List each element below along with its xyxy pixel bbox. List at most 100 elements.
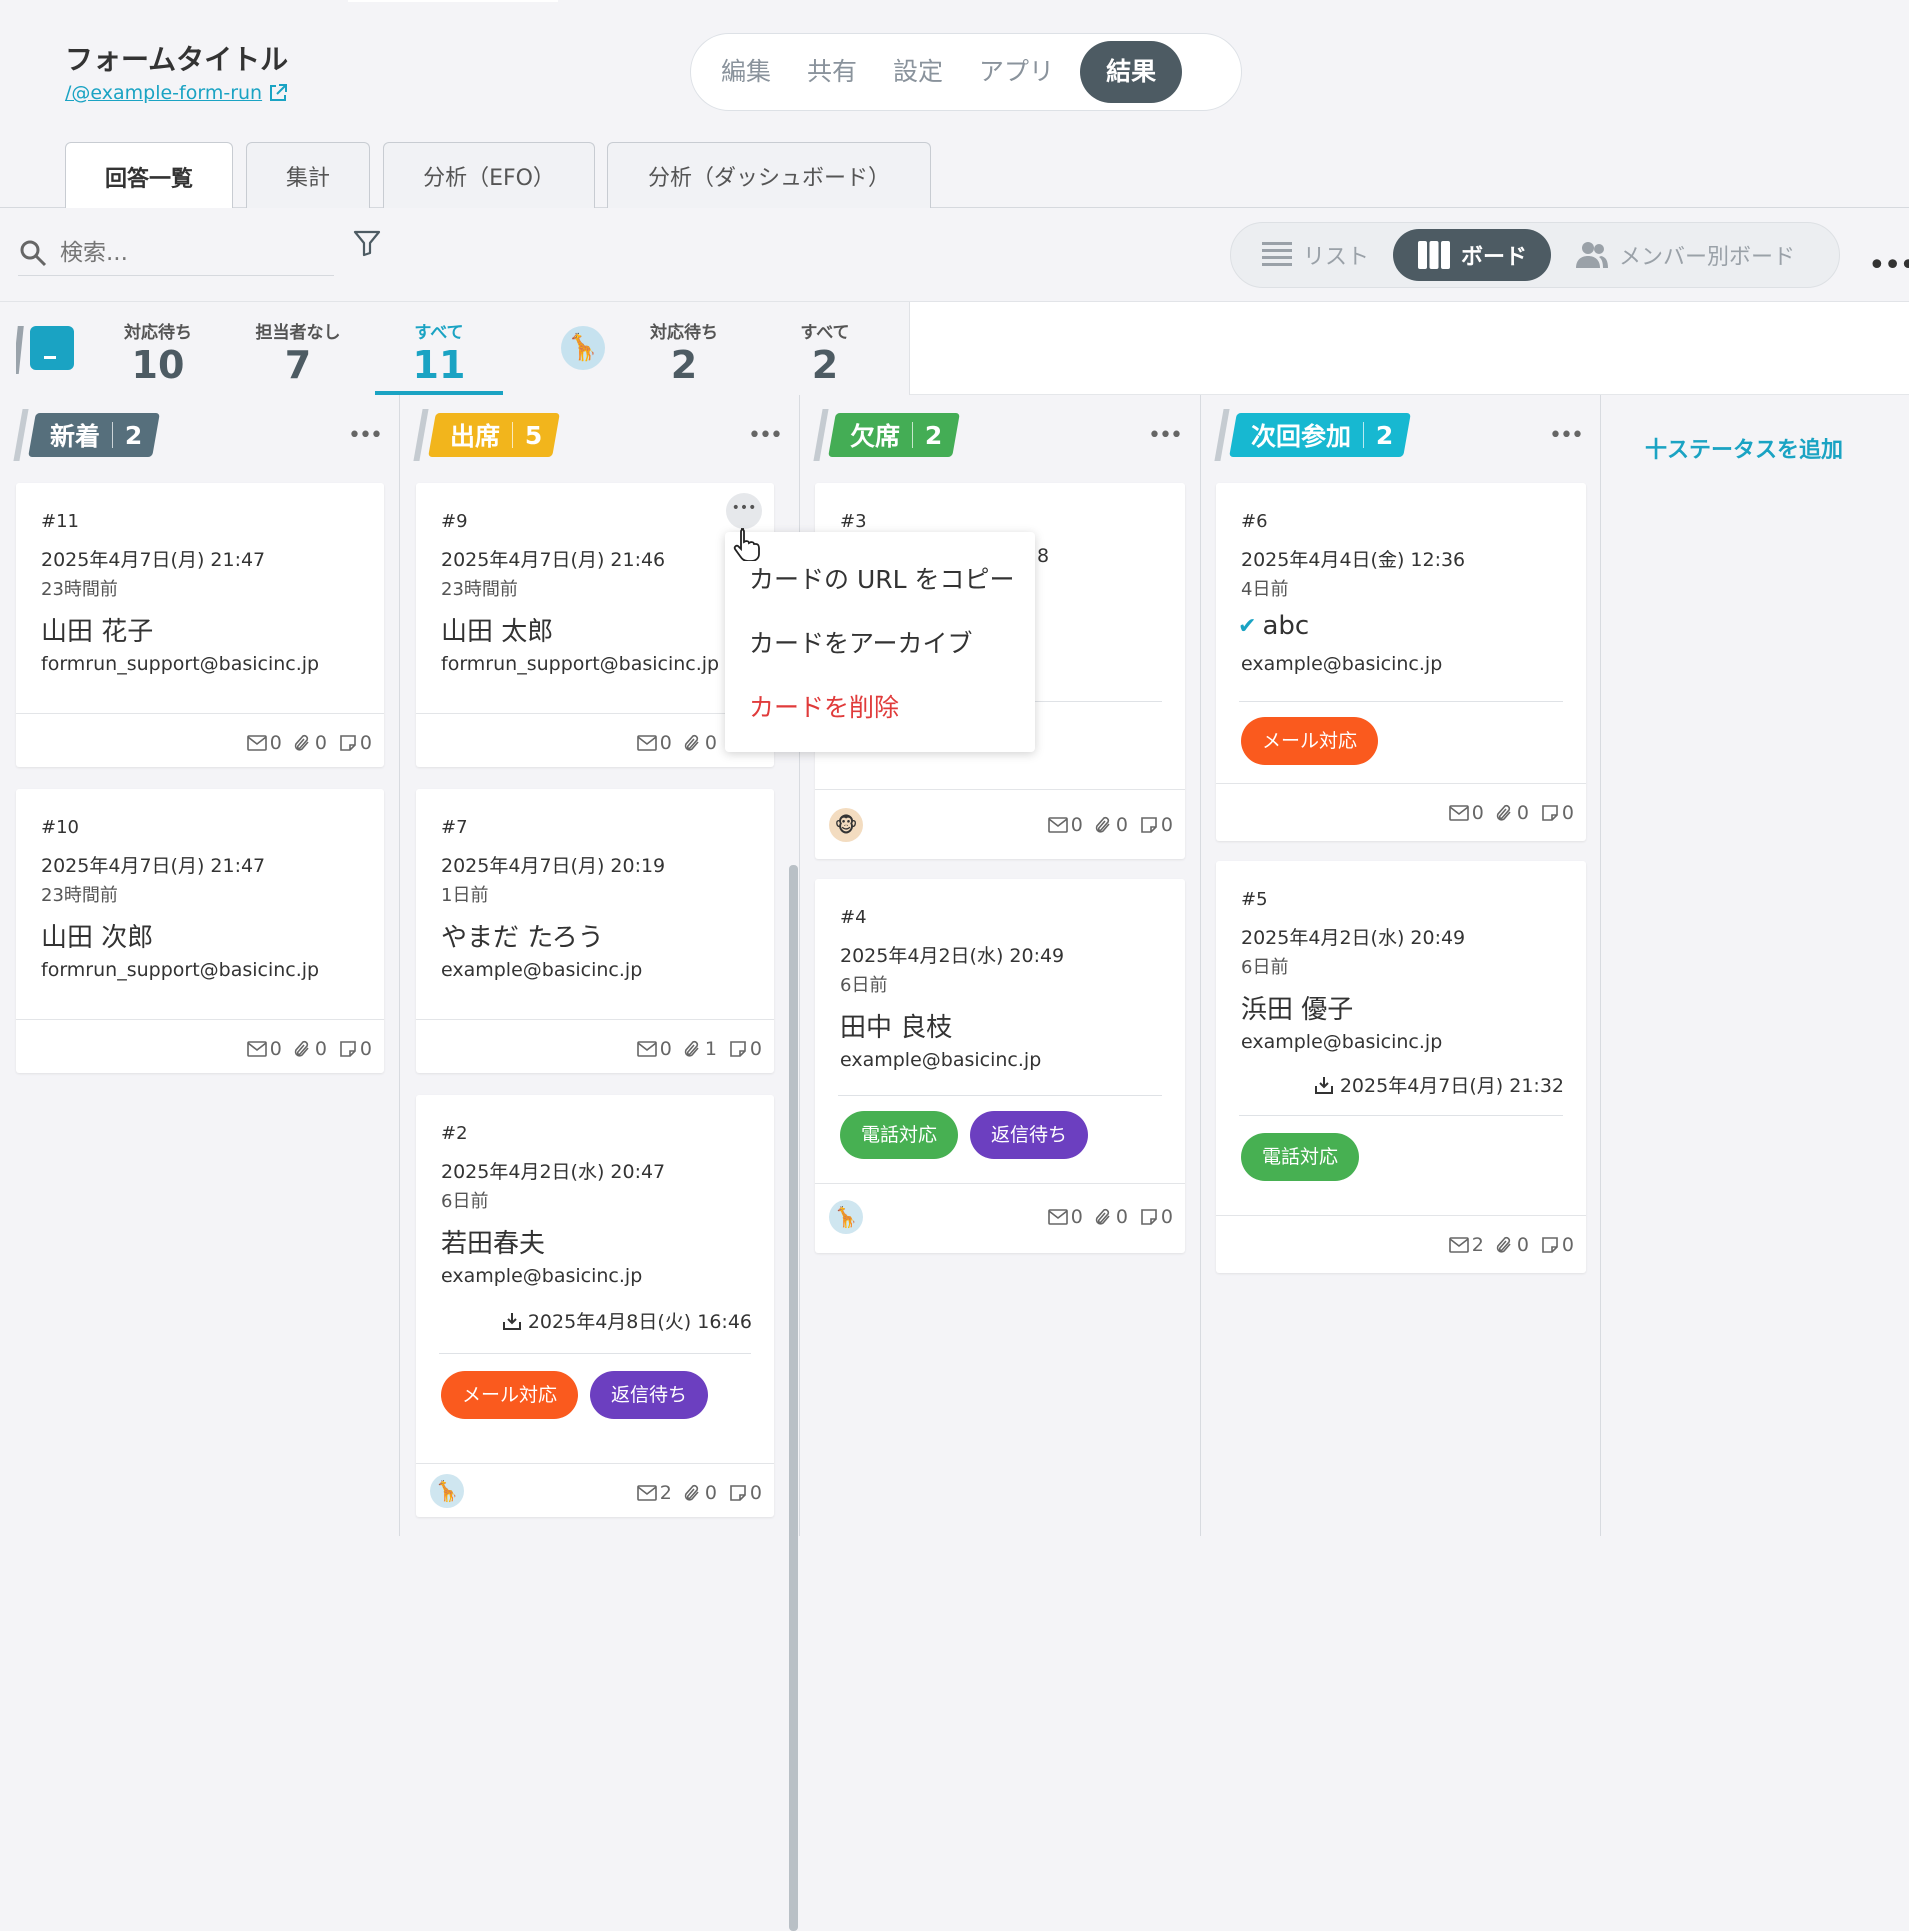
mail-icon bbox=[246, 1041, 267, 1057]
filter-icon[interactable] bbox=[352, 228, 382, 258]
memo-icon bbox=[730, 1485, 746, 1501]
column-header-next-time[interactable]: 次回参加 2 bbox=[1229, 413, 1412, 457]
column-new: 新着 2 ••• #11 2025年4月7日(月) 21:47 23時間前 山田 花子… bbox=[0, 395, 400, 1536]
stats-bar: 対応待ち 10 担当者なし 7 すべて 11 🦒 対応待ち 2 すべて 2 bbox=[0, 302, 1909, 395]
received-date: 2025年4月8日(火) 16:46 bbox=[502, 1307, 752, 1334]
external-link-icon bbox=[270, 84, 288, 101]
mail-icon bbox=[1047, 817, 1068, 833]
tab-dashboard[interactable]: 分析（ダッシュボード） bbox=[607, 142, 931, 209]
tag-awaiting-reply[interactable]: 返信待ち bbox=[970, 1111, 1089, 1159]
assignee-avatar: 🐵 bbox=[829, 808, 863, 842]
mail-icon bbox=[1448, 1237, 1469, 1253]
card-7[interactable]: #7 2025年4月7日(月) 20:19 1日前 やまだ たろう example@b… bbox=[416, 789, 774, 1073]
card-6[interactable]: #6 2025年4月4日(金) 12:36 4日前 ✔ abc example@bas… bbox=[1216, 483, 1586, 841]
attachment-icon bbox=[684, 734, 699, 751]
tag-mail-response[interactable]: メール対応 bbox=[1241, 717, 1379, 765]
nav-settings[interactable]: 設定 bbox=[875, 41, 961, 103]
column-menu-icon[interactable]: ••• bbox=[1148, 423, 1183, 448]
form-title: フォームタイトル bbox=[65, 43, 289, 76]
view-member-board-label: メンバー別ボード bbox=[1619, 245, 1796, 270]
tag-mail-response[interactable]: メール対応 bbox=[441, 1371, 579, 1419]
member-avatar: 🦒 bbox=[561, 326, 605, 370]
mail-icon bbox=[1047, 1209, 1068, 1225]
tab-responses[interactable]: 回答一覧 bbox=[65, 142, 233, 210]
form-url-text[interactable]: /@example-form-run bbox=[65, 82, 262, 104]
column-scrollbar[interactable] bbox=[789, 865, 798, 1931]
nav-results[interactable]: 結果 bbox=[1080, 41, 1183, 103]
top-nav: 編集 共有 設定 アプリ 結果 bbox=[690, 33, 1242, 111]
attachment-icon bbox=[684, 1484, 699, 1501]
search-box bbox=[18, 230, 334, 276]
memo-icon bbox=[1542, 805, 1558, 821]
search-icon bbox=[20, 240, 47, 266]
inbox-download-icon bbox=[1314, 1076, 1333, 1094]
inbox-download-icon bbox=[502, 1312, 521, 1330]
column-header-absent[interactable]: 欠席 2 bbox=[828, 413, 961, 457]
column-menu-icon[interactable]: ••• bbox=[748, 423, 783, 448]
assignee-avatar: 🦒 bbox=[829, 1200, 863, 1234]
view-list-button[interactable]: リスト bbox=[1237, 229, 1393, 281]
column-menu-icon[interactable]: ••• bbox=[1549, 423, 1584, 448]
card-9[interactable]: #9 2025年4月7日(月) 21:46 23時間前 山田 太郎 formrun_s… bbox=[416, 483, 774, 767]
mail-icon bbox=[636, 735, 657, 751]
card-10[interactable]: #10 2025年4月7日(月) 21:47 23時間前 山田 次郎 formrun_… bbox=[16, 789, 384, 1073]
tab-summary[interactable]: 集計 bbox=[246, 142, 370, 209]
users-icon bbox=[1576, 242, 1609, 268]
menu-delete-card[interactable]: カードを削除 bbox=[749, 688, 899, 724]
view-list-label: リスト bbox=[1303, 245, 1370, 270]
view-board-button[interactable]: ボード bbox=[1393, 229, 1552, 281]
attachment-icon bbox=[684, 1040, 699, 1057]
card-5[interactable]: #5 2025年4月2日(水) 20:49 6日前 浜田 優子 example@bas… bbox=[1216, 861, 1586, 1273]
card-menu-icon[interactable]: ••• bbox=[726, 493, 762, 529]
toolbar: リスト ボード メンバー別ボード ••• bbox=[0, 208, 1909, 302]
team-icon bbox=[16, 326, 74, 374]
nav-apps[interactable]: アプリ bbox=[961, 41, 1072, 103]
tag-phone-response[interactable]: 電話対応 bbox=[1241, 1133, 1360, 1181]
hand-cursor-icon bbox=[733, 528, 760, 561]
column-next-time: 次回参加 2 ••• #6 2025年4月4日(金) 12:36 4日前 ✔ abc e… bbox=[1201, 395, 1601, 1536]
tag-phone-response[interactable]: 電話対応 bbox=[840, 1111, 959, 1159]
stat-member-pending[interactable]: 対応待ち 2 bbox=[624, 318, 744, 387]
attachment-icon bbox=[294, 734, 309, 751]
nav-share[interactable]: 共有 bbox=[789, 41, 875, 103]
card-context-menu: カードの URL をコピー カードをアーカイブ カードを削除 bbox=[725, 532, 1035, 752]
tab-efo[interactable]: 分析（EFO） bbox=[383, 142, 595, 209]
search-input[interactable] bbox=[60, 239, 300, 266]
header: フォームタイトル /@example-form-run 編集 共有 設定 アプリ… bbox=[0, 0, 1909, 210]
view-member-board-button[interactable]: メンバー別ボード bbox=[1551, 229, 1819, 281]
card-11[interactable]: #11 2025年4月7日(月) 21:47 23時間前 山田 花子 formrun_… bbox=[16, 483, 384, 767]
attachment-icon bbox=[1095, 1208, 1110, 1225]
column-header-attend[interactable]: 出席 5 bbox=[428, 413, 561, 457]
stat-team-pending[interactable]: 対応待ち 10 bbox=[98, 318, 218, 387]
assignee-avatar: 🦒 bbox=[430, 1474, 464, 1508]
card-4[interactable]: #4 2025年4月2日(水) 20:49 6日前 田中 良枝 example@bas… bbox=[815, 879, 1185, 1253]
check-icon: ✔ bbox=[1238, 613, 1257, 639]
menu-copy-url[interactable]: カードの URL をコピー bbox=[749, 560, 1015, 596]
mail-icon bbox=[636, 1485, 657, 1501]
memo-icon bbox=[730, 1041, 746, 1057]
column-header-new[interactable]: 新着 2 bbox=[28, 413, 161, 457]
form-url-link[interactable]: /@example-form-run bbox=[65, 82, 288, 104]
more-options-icon[interactable]: ••• bbox=[1868, 248, 1909, 283]
list-icon bbox=[1262, 242, 1292, 266]
column-menu-icon[interactable]: ••• bbox=[348, 423, 383, 448]
tag-awaiting-reply[interactable]: 返信待ち bbox=[590, 1371, 709, 1419]
memo-icon bbox=[1141, 1209, 1157, 1225]
memo-icon bbox=[1542, 1237, 1558, 1253]
received-date: 2025年4月7日(月) 21:32 bbox=[1314, 1071, 1564, 1098]
attachment-icon bbox=[1496, 804, 1511, 821]
add-status-button[interactable]: 十ステータスを追加 bbox=[1645, 432, 1843, 464]
board-icon bbox=[1418, 241, 1451, 269]
attachment-icon bbox=[1496, 1236, 1511, 1253]
memo-icon bbox=[1141, 817, 1157, 833]
stat-team-all[interactable]: すべて 11 bbox=[379, 318, 499, 387]
menu-archive-card[interactable]: カードをアーカイブ bbox=[749, 624, 973, 660]
view-switcher: リスト ボード メンバー別ボード bbox=[1230, 222, 1840, 288]
nav-edit[interactable]: 編集 bbox=[703, 41, 789, 103]
stat-team-unassigned[interactable]: 担当者なし 7 bbox=[238, 318, 358, 387]
stat-member-all[interactable]: すべて 2 bbox=[765, 318, 885, 387]
mail-icon bbox=[1448, 805, 1469, 821]
card-2[interactable]: #2 2025年4月2日(水) 20:47 6日前 若田春夫 example@basi… bbox=[416, 1095, 774, 1517]
mail-icon bbox=[636, 1041, 657, 1057]
attachment-icon bbox=[294, 1040, 309, 1057]
